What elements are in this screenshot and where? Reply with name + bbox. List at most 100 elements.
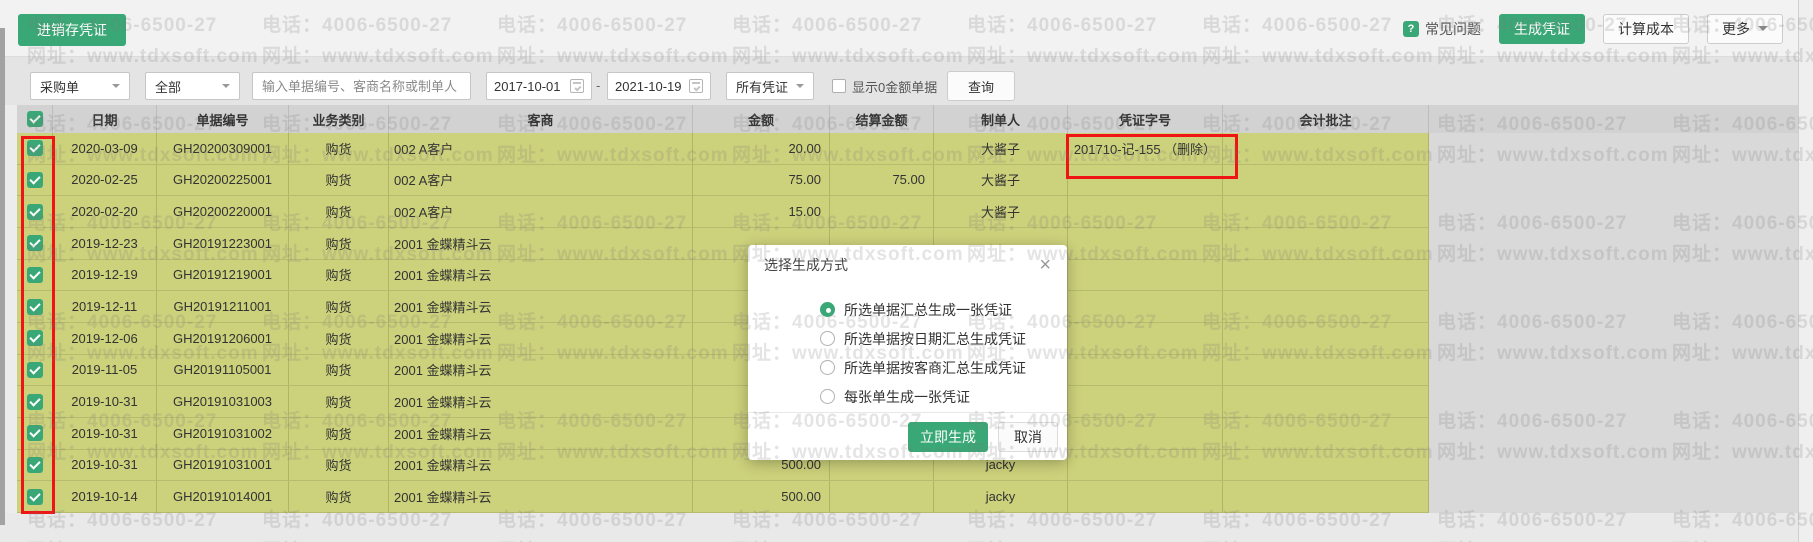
table-row[interactable]: 2019-12-11 GH20191211001 购货 2001 金蝶精斗云 bbox=[17, 291, 1429, 323]
more-button[interactable]: 更多 bbox=[1707, 14, 1783, 44]
cell-account-note bbox=[1223, 323, 1429, 354]
cell-customer: 2001 金蝶精斗云 bbox=[389, 355, 693, 386]
cell-account-note bbox=[1223, 291, 1429, 322]
scope-select[interactable]: 全部 bbox=[145, 72, 240, 100]
row-checkbox[interactable] bbox=[27, 330, 43, 346]
date-from-input[interactable]: 2017-10-01 bbox=[486, 72, 592, 100]
cell-settle-amount bbox=[830, 133, 934, 164]
table-row[interactable]: 2019-10-14 GH20191014001 购货 2001 金蝶精斗云 5… bbox=[17, 481, 1429, 513]
row-checkbox-cell bbox=[17, 228, 53, 259]
table-row[interactable]: 2019-10-31 GH20191031001 购货 2001 金蝶精斗云 5… bbox=[17, 450, 1429, 482]
cell-account-note bbox=[1223, 481, 1429, 512]
cell-maker: 大酱子 bbox=[934, 196, 1068, 227]
dialog-footer: 立即生成 取消 bbox=[748, 412, 1067, 460]
row-checkbox[interactable] bbox=[27, 425, 43, 441]
cell-date: 2019-12-11 bbox=[53, 291, 157, 322]
search-input[interactable] bbox=[253, 79, 470, 94]
generate-voucher-button[interactable]: 生成凭证 bbox=[1499, 14, 1585, 44]
row-checkbox[interactable] bbox=[27, 140, 43, 156]
cell-customer: 2001 金蝶精斗云 bbox=[389, 291, 693, 322]
generate-option[interactable]: 每张单生成一张凭证 bbox=[820, 382, 1067, 411]
date-from-value: 2017-10-01 bbox=[494, 79, 561, 94]
cell-biz-type: 购货 bbox=[289, 196, 389, 227]
generate-option[interactable]: 所选单据汇总生成一张凭证 bbox=[820, 295, 1067, 324]
show-zero-checkbox[interactable] bbox=[832, 79, 846, 93]
right-scrollbar-track[interactable] bbox=[1798, 0, 1813, 542]
inventory-voucher-button[interactable]: 进销存凭证 bbox=[18, 14, 126, 46]
table-row[interactable]: 2020-02-25 GH20200225001 购货 002 A客户 75.0… bbox=[17, 165, 1429, 197]
cell-customer: 2001 金蝶精斗云 bbox=[389, 228, 693, 259]
faq-link[interactable]: ? 常见问题 bbox=[1403, 19, 1481, 39]
cell-date: 2019-12-19 bbox=[53, 260, 157, 291]
table-row[interactable]: 2019-11-05 GH20191105001 购货 2001 金蝶精斗云 bbox=[17, 355, 1429, 387]
header-settle-amount[interactable]: 结算金额 bbox=[830, 105, 934, 133]
voucher-filter-select[interactable]: 所有凭证 bbox=[726, 72, 814, 100]
generate-option[interactable]: 所选单据按日期汇总生成凭证 bbox=[820, 324, 1067, 353]
row-checkbox-cell bbox=[17, 355, 53, 386]
cell-voucher-no bbox=[1068, 450, 1223, 481]
table-row[interactable]: 2019-12-23 GH20191223001 购货 2001 金蝶精斗云 bbox=[17, 228, 1429, 260]
row-checkbox-cell bbox=[17, 133, 53, 164]
row-checkbox[interactable] bbox=[27, 394, 43, 410]
table-row[interactable]: 2019-12-06 GH20191206001 购货 2001 金蝶精斗云 bbox=[17, 323, 1429, 355]
cell-biz-type: 购货 bbox=[289, 355, 389, 386]
radio-icon[interactable] bbox=[820, 389, 835, 404]
close-icon[interactable]: × bbox=[1039, 255, 1051, 275]
table-row[interactable]: 2019-10-31 GH20191031003 购货 2001 金蝶精斗云 bbox=[17, 386, 1429, 418]
cell-voucher-no bbox=[1068, 323, 1223, 354]
cell-voucher-no bbox=[1068, 418, 1223, 449]
chevron-down-icon bbox=[1758, 26, 1768, 31]
doc-type-select[interactable]: 采购单 bbox=[30, 72, 130, 100]
top-toolbar: 进销存凭证 ? 常见问题 生成凭证 计算成本 更多 bbox=[0, 0, 1798, 57]
header-date[interactable]: 日期 bbox=[53, 105, 157, 133]
cell-doc-no: GH20191014001 bbox=[157, 481, 289, 512]
select-all-checkbox[interactable] bbox=[27, 111, 43, 127]
row-checkbox[interactable] bbox=[27, 267, 43, 283]
calendar-icon bbox=[689, 79, 703, 93]
cell-account-note bbox=[1223, 450, 1429, 481]
cell-date: 2019-10-31 bbox=[53, 386, 157, 417]
generate-now-button[interactable]: 立即生成 bbox=[908, 422, 988, 452]
row-checkbox[interactable] bbox=[27, 172, 43, 188]
cell-amount: 15.00 bbox=[693, 196, 830, 227]
toolbar-right-group: ? 常见问题 生成凭证 计算成本 更多 bbox=[1403, 0, 1783, 57]
option-label: 所选单据按客商汇总生成凭证 bbox=[844, 358, 1026, 378]
cell-biz-type: 购货 bbox=[289, 323, 389, 354]
table-empty-area bbox=[1429, 133, 1798, 513]
query-button[interactable]: 查询 bbox=[947, 71, 1015, 101]
header-maker[interactable]: 制单人 bbox=[934, 105, 1068, 133]
cell-customer: 002 A客户 bbox=[389, 165, 693, 196]
cell-voucher-no bbox=[1068, 386, 1223, 417]
radio-icon[interactable] bbox=[820, 302, 835, 317]
table-row[interactable]: 2019-10-31 GH20191031002 购货 2001 金蝶精斗云 bbox=[17, 418, 1429, 450]
radio-icon[interactable] bbox=[820, 360, 835, 375]
header-voucher-no[interactable]: 凭证字号 bbox=[1068, 105, 1223, 133]
cell-customer: 2001 金蝶精斗云 bbox=[389, 418, 693, 449]
header-account-note[interactable]: 会计批注 bbox=[1223, 105, 1429, 133]
cell-biz-type: 购货 bbox=[289, 291, 389, 322]
cell-biz-type: 购货 bbox=[289, 386, 389, 417]
radio-icon[interactable] bbox=[820, 331, 835, 346]
table-row[interactable]: 2020-03-09 GH20200309001 购货 002 A客户 20.0… bbox=[17, 133, 1429, 165]
row-checkbox[interactable] bbox=[27, 235, 43, 251]
show-zero-checkbox-wrap[interactable]: 显示0金额单据 bbox=[832, 72, 937, 100]
row-checkbox[interactable] bbox=[27, 204, 43, 220]
calculate-cost-button[interactable]: 计算成本 bbox=[1603, 14, 1689, 44]
table-row[interactable]: 2020-02-20 GH20200220001 购货 002 A客户 15.0… bbox=[17, 196, 1429, 228]
row-checkbox[interactable] bbox=[27, 299, 43, 315]
table-row[interactable]: 2019-12-19 GH20191219001 购货 2001 金蝶精斗云 bbox=[17, 260, 1429, 292]
header-doc-no[interactable]: 单据编号 bbox=[157, 105, 289, 133]
row-checkbox[interactable] bbox=[27, 457, 43, 473]
header-amount[interactable]: 金额 bbox=[693, 105, 830, 133]
date-to-input[interactable]: 2021-10-19 bbox=[607, 72, 711, 100]
row-checkbox[interactable] bbox=[27, 362, 43, 378]
row-checkbox[interactable] bbox=[27, 489, 43, 505]
header-customer[interactable]: 客商 bbox=[389, 105, 693, 133]
cell-account-note bbox=[1223, 228, 1429, 259]
header-biz-type[interactable]: 业务类别 bbox=[289, 105, 389, 133]
generate-option[interactable]: 所选单据按客商汇总生成凭证 bbox=[820, 353, 1067, 382]
cell-account-note bbox=[1223, 355, 1429, 386]
cell-date: 2020-02-20 bbox=[53, 196, 157, 227]
cell-doc-no: GH20191211001 bbox=[157, 291, 289, 322]
cancel-button[interactable]: 取消 bbox=[998, 422, 1058, 452]
